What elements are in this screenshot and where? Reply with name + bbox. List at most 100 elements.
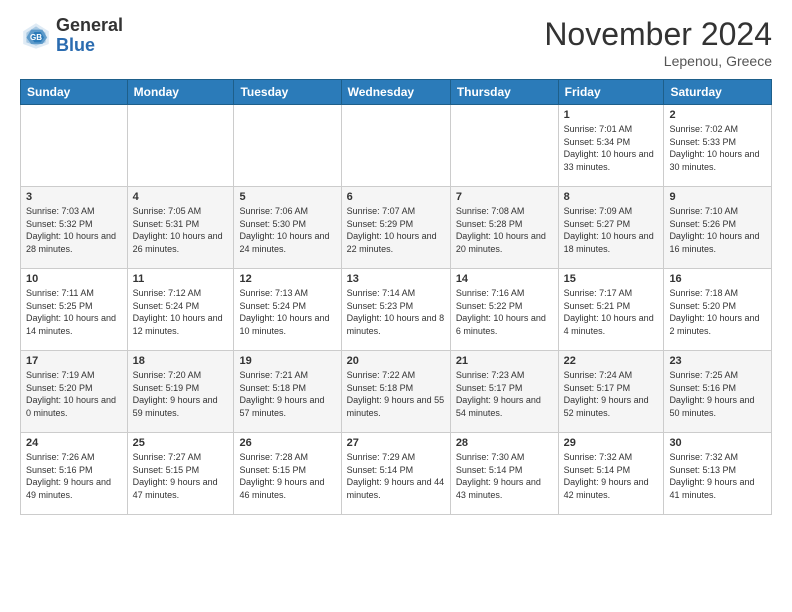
day-content: Sunrise: 7:32 AMSunset: 5:13 PMDaylight:…: [669, 451, 766, 501]
table-row: [450, 105, 558, 187]
calendar-week-row: 3Sunrise: 7:03 AMSunset: 5:32 PMDaylight…: [21, 187, 772, 269]
day-number: 21: [456, 355, 553, 367]
day-content: Sunrise: 7:06 AMSunset: 5:30 PMDaylight:…: [239, 205, 335, 255]
calendar: Sunday Monday Tuesday Wednesday Thursday…: [20, 79, 772, 515]
month-title: November 2024: [544, 16, 772, 53]
day-number: 20: [347, 355, 445, 367]
day-number: 29: [564, 437, 659, 449]
col-saturday: Saturday: [664, 80, 772, 105]
day-number: 1: [564, 109, 659, 121]
table-row: 4Sunrise: 7:05 AMSunset: 5:31 PMDaylight…: [127, 187, 234, 269]
day-content: Sunrise: 7:24 AMSunset: 5:17 PMDaylight:…: [564, 369, 659, 419]
col-sunday: Sunday: [21, 80, 128, 105]
table-row: 8Sunrise: 7:09 AMSunset: 5:27 PMDaylight…: [558, 187, 664, 269]
table-row: 13 Sunrise: 7:14 AMSunset: 5:23 PMDayligh…: [341, 269, 450, 351]
day-number: 15: [564, 273, 659, 285]
table-row: [21, 105, 128, 187]
table-row: 22Sunrise: 7:24 AMSunset: 5:17 PMDayligh…: [558, 351, 664, 433]
table-row: 9Sunrise: 7:10 AMSunset: 5:26 PMDaylight…: [664, 187, 772, 269]
day-content: Sunrise: 7:17 AMSunset: 5:21 PMDaylight:…: [564, 287, 659, 337]
day-number: 6: [347, 191, 445, 203]
logo-text: General Blue: [56, 16, 123, 56]
day-content: Sunrise: 7:05 AMSunset: 5:31 PMDaylight:…: [133, 205, 229, 255]
table-row: 21 Sunrise: 7:23 AMSunset: 5:17 PMDayligh…: [450, 351, 558, 433]
table-row: [234, 105, 341, 187]
table-row: 10Sunrise: 7:11 AMSunset: 5:25 PMDayligh…: [21, 269, 128, 351]
table-row: 16 Sunrise: 7:18 AMSunset: 5:20 PMDayligh…: [664, 269, 772, 351]
day-number: 18: [133, 355, 229, 367]
calendar-week-row: 10Sunrise: 7:11 AMSunset: 5:25 PMDayligh…: [21, 269, 772, 351]
day-content: Sunrise: 7:01 AMSunset: 5:34 PMDaylight:…: [564, 123, 659, 173]
table-row: 25Sunrise: 7:27 AMSunset: 5:15 PMDayligh…: [127, 433, 234, 515]
day-content: Sunrise: 7:08 AMSunset: 5:28 PMDaylight:…: [456, 205, 553, 255]
table-row: 30Sunrise: 7:32 AMSunset: 5:13 PMDayligh…: [664, 433, 772, 515]
col-monday: Monday: [127, 80, 234, 105]
col-friday: Friday: [558, 80, 664, 105]
day-number: 28: [456, 437, 553, 449]
calendar-week-row: 1 Sunrise: 7:01 AMSunset: 5:34 PMDaylight…: [21, 105, 772, 187]
table-row: 28Sunrise: 7:30 AMSunset: 5:14 PMDayligh…: [450, 433, 558, 515]
table-row: 15 Sunrise: 7:17 AMSunset: 5:21 PMDayligh…: [558, 269, 664, 351]
title-block: November 2024 Lepenou, Greece: [544, 16, 772, 69]
day-number: 16: [669, 273, 766, 285]
day-number: 8: [564, 191, 659, 203]
day-number: 2: [669, 109, 766, 121]
day-number: 9: [669, 191, 766, 203]
table-row: 6 Sunrise: 7:07 AMSunset: 5:29 PMDaylight…: [341, 187, 450, 269]
logo-icon: GB: [20, 20, 52, 52]
day-number: 5: [239, 191, 335, 203]
day-number: 14: [456, 273, 553, 285]
day-content: Sunrise: 7:28 AMSunset: 5:15 PMDaylight:…: [239, 451, 335, 501]
day-content: Sunrise: 7:23 AMSunset: 5:17 PMDaylight:…: [456, 369, 553, 419]
day-content: Sunrise: 7:02 AMSunset: 5:33 PMDaylight:…: [669, 123, 766, 173]
table-row: 19Sunrise: 7:21 AMSunset: 5:18 PMDayligh…: [234, 351, 341, 433]
header: GB General Blue November 2024 Lepenou, G…: [20, 16, 772, 69]
day-content: Sunrise: 7:19 AMSunset: 5:20 PMDaylight:…: [26, 369, 122, 419]
table-row: 1 Sunrise: 7:01 AMSunset: 5:34 PMDaylight…: [558, 105, 664, 187]
day-content: Sunrise: 7:20 AMSunset: 5:19 PMDaylight:…: [133, 369, 229, 419]
table-row: 3Sunrise: 7:03 AMSunset: 5:32 PMDaylight…: [21, 187, 128, 269]
day-content: Sunrise: 7:14 AMSunset: 5:23 PMDaylight:…: [347, 287, 445, 337]
logo-general: General: [56, 15, 123, 35]
day-content: Sunrise: 7:07 AMSunset: 5:29 PMDaylight:…: [347, 205, 445, 255]
day-content: Sunrise: 7:22 AMSunset: 5:18 PMDaylight:…: [347, 369, 445, 419]
table-row: 17 Sunrise: 7:19 AMSunset: 5:20 PMDayligh…: [21, 351, 128, 433]
table-row: 26 Sunrise: 7:28 AMSunset: 5:15 PMDayligh…: [234, 433, 341, 515]
day-content: Sunrise: 7:21 AMSunset: 5:18 PMDaylight:…: [239, 369, 335, 419]
day-content: Sunrise: 7:12 AMSunset: 5:24 PMDaylight:…: [133, 287, 229, 337]
day-number: 12: [239, 273, 335, 285]
table-row: 7 Sunrise: 7:08 AMSunset: 5:28 PMDaylight…: [450, 187, 558, 269]
day-number: 26: [239, 437, 335, 449]
svg-text:GB: GB: [30, 33, 42, 42]
logo-blue: Blue: [56, 35, 95, 55]
table-row: 24 Sunrise: 7:26 AMSunset: 5:16 PMDayligh…: [21, 433, 128, 515]
day-content: Sunrise: 7:18 AMSunset: 5:20 PMDaylight:…: [669, 287, 766, 337]
day-content: Sunrise: 7:26 AMSunset: 5:16 PMDaylight:…: [26, 451, 122, 501]
table-row: 20 Sunrise: 7:22 AMSunset: 5:18 PMDayligh…: [341, 351, 450, 433]
table-row: 14Sunrise: 7:16 AMSunset: 5:22 PMDayligh…: [450, 269, 558, 351]
col-tuesday: Tuesday: [234, 80, 341, 105]
day-content: Sunrise: 7:25 AMSunset: 5:16 PMDaylight:…: [669, 369, 766, 419]
calendar-week-row: 24 Sunrise: 7:26 AMSunset: 5:16 PMDayligh…: [21, 433, 772, 515]
calendar-header-row: Sunday Monday Tuesday Wednesday Thursday…: [21, 80, 772, 105]
table-row: 29 Sunrise: 7:32 AMSunset: 5:14 PMDayligh…: [558, 433, 664, 515]
day-number: 25: [133, 437, 229, 449]
table-row: 11 Sunrise: 7:12 AMSunset: 5:24 PMDayligh…: [127, 269, 234, 351]
table-row: 18 Sunrise: 7:20 AMSunset: 5:19 PMDayligh…: [127, 351, 234, 433]
day-content: Sunrise: 7:32 AMSunset: 5:14 PMDaylight:…: [564, 451, 659, 501]
table-row: 27Sunrise: 7:29 AMSunset: 5:14 PMDayligh…: [341, 433, 450, 515]
day-number: 13: [347, 273, 445, 285]
day-number: 27: [347, 437, 445, 449]
day-number: 24: [26, 437, 122, 449]
day-number: 7: [456, 191, 553, 203]
location-subtitle: Lepenou, Greece: [544, 53, 772, 69]
page: GB General Blue November 2024 Lepenou, G…: [0, 0, 792, 531]
table-row: 23 Sunrise: 7:25 AMSunset: 5:16 PMDayligh…: [664, 351, 772, 433]
col-thursday: Thursday: [450, 80, 558, 105]
day-number: 23: [669, 355, 766, 367]
day-number: 17: [26, 355, 122, 367]
table-row: 5 Sunrise: 7:06 AMSunset: 5:30 PMDaylight…: [234, 187, 341, 269]
logo: GB General Blue: [20, 16, 123, 56]
day-number: 11: [133, 273, 229, 285]
table-row: [341, 105, 450, 187]
